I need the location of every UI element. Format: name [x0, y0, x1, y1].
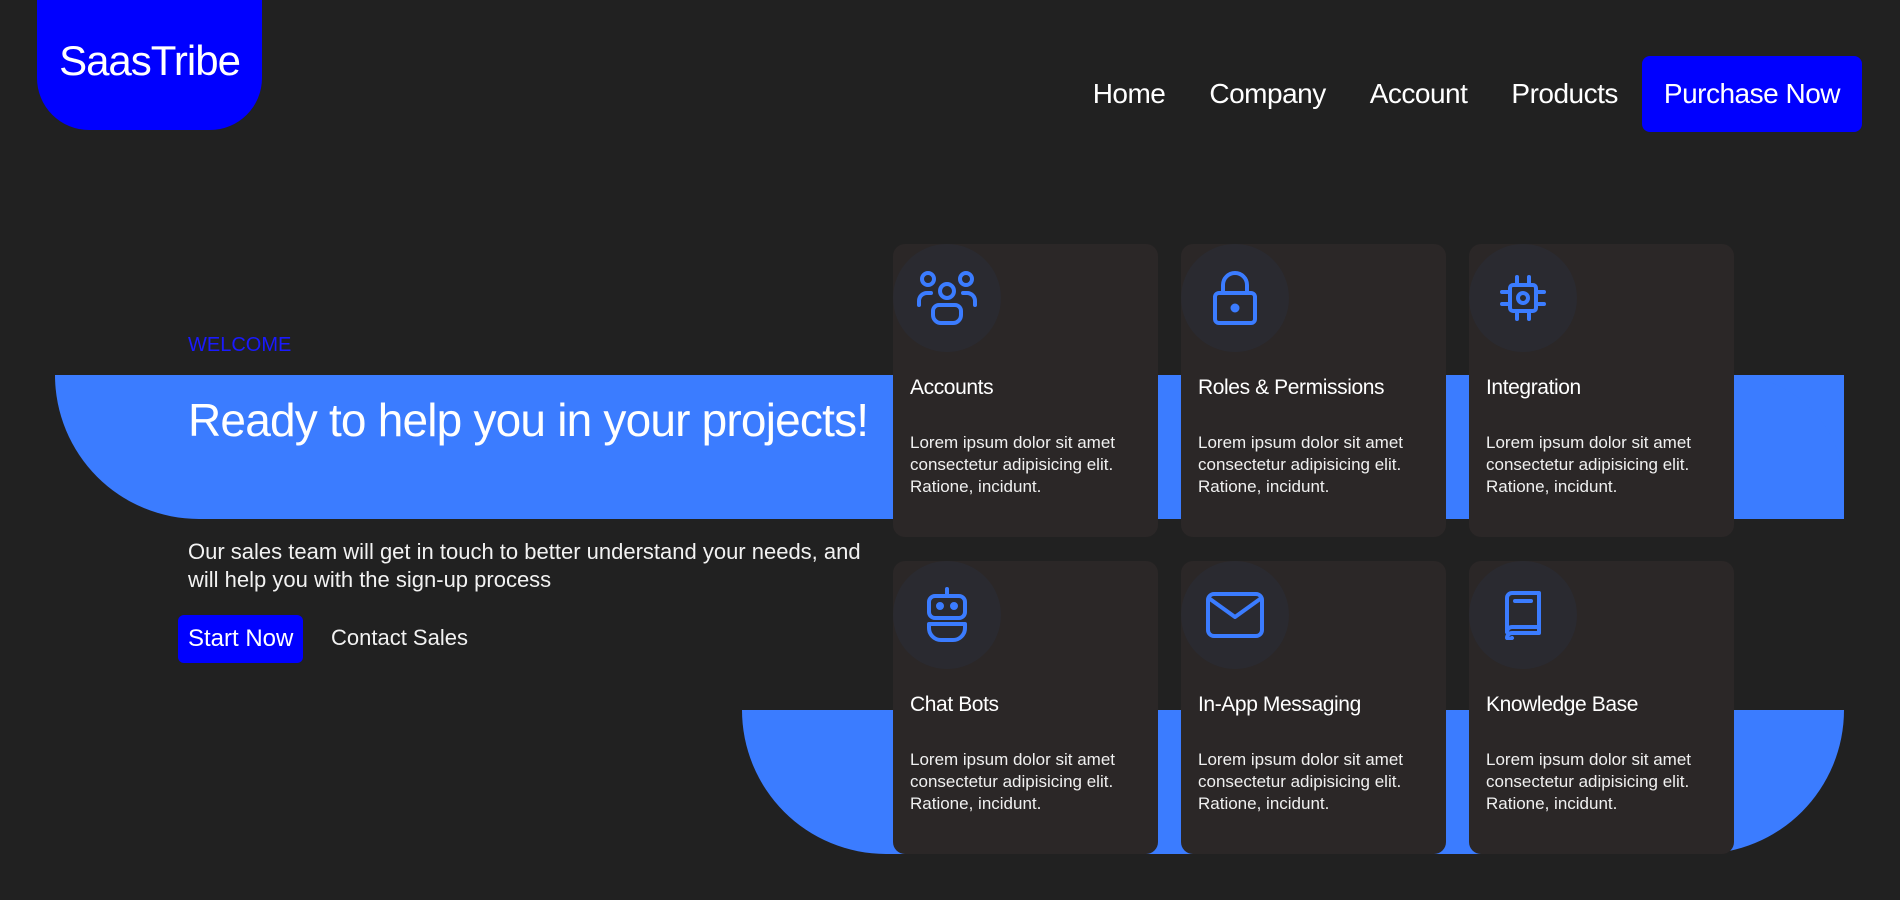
feature-card-in-app-messaging[interactable]: In-App Messaging Lorem ipsum dolor sit a… — [1181, 561, 1446, 854]
feature-card-chat-bots[interactable]: Chat Bots Lorem ipsum dolor sit amet con… — [893, 561, 1158, 854]
feature-description: Lorem ipsum dolor sit amet consectetur a… — [1198, 750, 1404, 813]
start-now-button[interactable]: Start Now — [178, 615, 304, 663]
feature-title: In-App Messaging — [1198, 693, 1361, 716]
feature-description: Lorem ipsum dolor sit amet consectetur a… — [910, 750, 1116, 813]
feature-title: Chat Bots — [910, 693, 999, 716]
users-icon — [893, 244, 1001, 352]
robot-icon — [893, 561, 1001, 669]
nav-link-home[interactable]: Home — [1093, 78, 1166, 110]
feature-title: Roles & Permissions — [1198, 376, 1385, 399]
book-icon — [1469, 561, 1577, 669]
feature-card-integration[interactable]: Integration Lorem ipsum dolor sit amet c… — [1469, 244, 1734, 537]
main-nav: Home Company Account Products Purchase N… — [1093, 56, 1862, 132]
logo[interactable]: SaasTribe — [37, 0, 262, 130]
landing-page: SaasTribe Home Company Account Products … — [0, 0, 1900, 900]
hero-headline: Ready to help you in your projects! — [188, 394, 869, 446]
nav-link-account[interactable]: Account — [1370, 78, 1468, 110]
feature-description: Lorem ipsum dolor sit amet consectetur a… — [910, 433, 1116, 496]
lock-icon — [1181, 244, 1289, 352]
feature-card-knowledge-base[interactable]: Knowledge Base Lorem ipsum dolor sit ame… — [1469, 561, 1734, 854]
purchase-now-button[interactable]: Purchase Now — [1641, 56, 1862, 132]
feature-title: Accounts — [910, 376, 994, 399]
chip-icon — [1469, 244, 1577, 352]
feature-card-accounts[interactable]: Accounts Lorem ipsum dolor sit amet cons… — [893, 244, 1158, 537]
feature-card-roles-permissions[interactable]: Roles & Permissions Lorem ipsum dolor si… — [1181, 244, 1446, 537]
mail-icon — [1181, 561, 1289, 669]
logo-text: SaasTribe — [59, 37, 241, 84]
hero-eyebrow: WELCOME — [188, 334, 292, 356]
nav-link-company[interactable]: Company — [1209, 78, 1326, 110]
feature-description: Lorem ipsum dolor sit amet consectetur a… — [1486, 750, 1692, 813]
contact-sales-link[interactable]: Contact Sales — [331, 625, 468, 651]
feature-description: Lorem ipsum dolor sit amet consectetur a… — [1198, 433, 1404, 496]
feature-description: Lorem ipsum dolor sit amet consectetur a… — [1486, 433, 1692, 496]
nav-link-products[interactable]: Products — [1511, 78, 1618, 110]
hero-subtext: Our sales team will get in touch to bett… — [188, 539, 861, 592]
feature-title: Knowledge Base — [1486, 693, 1639, 716]
feature-title: Integration — [1486, 376, 1581, 399]
